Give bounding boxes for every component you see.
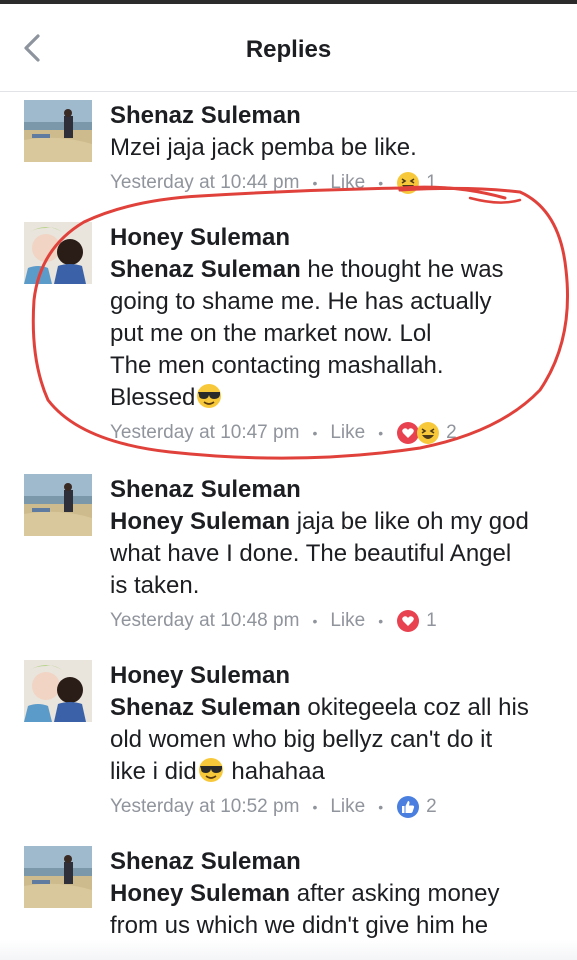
like-button[interactable]: Like	[330, 172, 365, 194]
reply-text: Shenaz Suleman okitegeela coz all his ol…	[110, 694, 529, 785]
mention-link[interactable]: Honey Suleman	[110, 880, 290, 907]
reply-meta: Yesterday at 10:52 pm • Like • 2	[110, 794, 561, 820]
replies-header: Replies	[0, 4, 577, 92]
avatar[interactable]	[24, 846, 92, 908]
reaction-summary[interactable]: 1	[396, 609, 437, 633]
avatar[interactable]	[24, 660, 92, 722]
reaction-count: 2	[426, 796, 437, 817]
haha-reaction-icon	[417, 422, 440, 444]
reply-author[interactable]: Honey Suleman	[110, 222, 561, 254]
separator-dot: •	[312, 613, 318, 629]
timestamp[interactable]: Yesterday at 10:44 pm	[110, 172, 299, 194]
reaction-count: 1	[426, 610, 437, 631]
reply-text: Honey Suleman jaja be like oh my god wha…	[110, 508, 529, 599]
separator-dot: •	[312, 175, 318, 191]
separator-dot: •	[378, 613, 384, 629]
separator-dot: •	[312, 799, 318, 815]
separator-dot: •	[378, 175, 384, 191]
reply-author[interactable]: Shenaz Suleman	[110, 474, 561, 506]
separator-dot: •	[312, 425, 318, 441]
reaction-count: 2	[446, 422, 457, 443]
reply-author[interactable]: Shenaz Suleman	[110, 100, 561, 132]
reply-text: Honey Suleman after asking money from us…	[110, 880, 500, 939]
love-reaction-icon	[397, 610, 420, 632]
header-divider	[0, 91, 577, 92]
avatar[interactable]	[24, 100, 92, 162]
sunglasses-emoji-icon	[198, 758, 223, 782]
avatar[interactable]	[24, 474, 92, 536]
sunglasses-emoji-icon	[197, 384, 222, 408]
like-button[interactable]: Like	[330, 796, 365, 818]
mention-link[interactable]: Shenaz Suleman	[110, 256, 301, 283]
separator-dot: •	[378, 425, 384, 441]
timestamp[interactable]: Yesterday at 10:48 pm	[110, 610, 299, 632]
reaction-summary[interactable]: 2	[396, 421, 457, 445]
mention-link[interactable]: Shenaz Suleman	[110, 694, 301, 721]
reaction-summary[interactable]: 2	[396, 795, 437, 819]
page-title: Replies	[245, 36, 332, 63]
reply-author[interactable]: Honey Suleman	[110, 660, 561, 692]
avatar[interactable]	[24, 222, 92, 284]
timestamp[interactable]: Yesterday at 10:47 pm	[110, 422, 299, 444]
reply-text: Shenaz Suleman he thought he was going t…	[110, 256, 504, 411]
reaction-count: 1	[426, 172, 437, 193]
reply-author[interactable]: Shenaz Suleman	[110, 846, 561, 878]
like-reaction-icon	[397, 796, 420, 818]
like-button[interactable]: Like	[330, 610, 365, 632]
reply-text: Mzei jaja jack pemba be like.	[110, 134, 417, 161]
haha-reaction-icon	[397, 172, 420, 194]
bottom-fade	[0, 940, 577, 960]
reply-meta: Yesterday at 10:48 pm • Like • 1	[110, 608, 561, 634]
separator-dot: •	[378, 799, 384, 815]
reply-meta: Yesterday at 10:44 pm • Like • 1	[110, 170, 561, 196]
reply-meta: Yesterday at 10:47 pm • Like • 2	[110, 420, 561, 446]
timestamp[interactable]: Yesterday at 10:52 pm	[110, 796, 299, 818]
like-button[interactable]: Like	[330, 422, 365, 444]
reaction-summary[interactable]: 1	[396, 171, 437, 195]
mention-link[interactable]: Honey Suleman	[110, 508, 290, 535]
